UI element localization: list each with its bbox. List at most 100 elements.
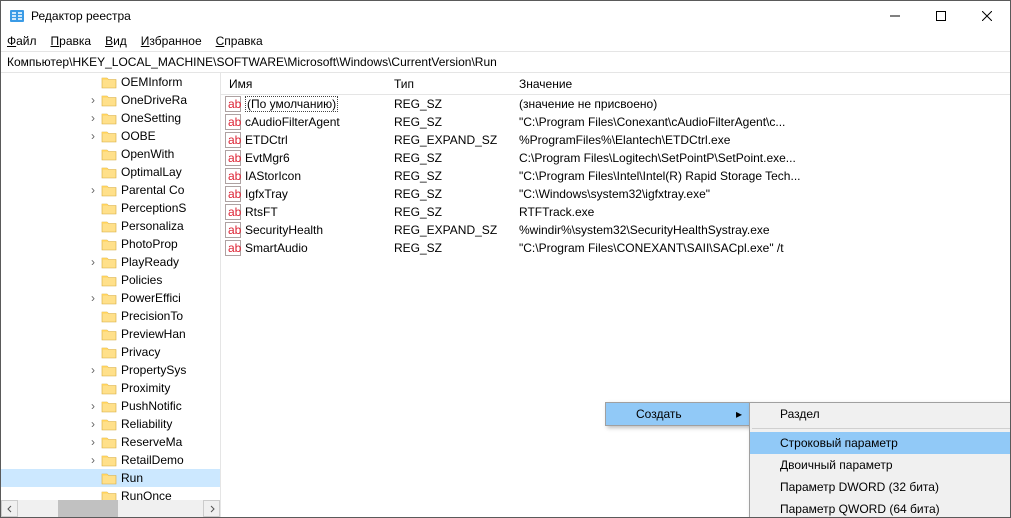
- tree-item[interactable]: ›PlayReady: [1, 253, 220, 271]
- col-header-value[interactable]: Значение: [511, 77, 1010, 91]
- tree-item[interactable]: › Parental Co: [1, 181, 220, 199]
- tree-item[interactable]: Run: [1, 469, 220, 487]
- value-type: REG_SZ: [386, 97, 511, 111]
- value-row[interactable]: SecurityHealthREG_EXPAND_SZ%windir%\syst…: [221, 221, 1010, 239]
- scroll-track[interactable]: [18, 500, 203, 517]
- expand-icon[interactable]: ›: [87, 111, 99, 125]
- tree-item-label: OpenWith: [121, 147, 174, 161]
- value-type: REG_SZ: [386, 169, 511, 183]
- col-header-type[interactable]: Тип: [386, 77, 511, 91]
- col-header-name[interactable]: Имя: [221, 77, 386, 91]
- tree-hscrollbar[interactable]: [1, 500, 220, 517]
- string-value-icon: [225, 222, 241, 238]
- folder-icon: [101, 93, 117, 107]
- tree-item-label: Privacy: [121, 345, 160, 359]
- expand-icon[interactable]: ›: [87, 291, 99, 305]
- tree-item[interactable]: Personaliza: [1, 217, 220, 235]
- string-value-icon: [225, 96, 241, 112]
- menu-edit[interactable]: Правка: [51, 34, 92, 48]
- tree-item[interactable]: OpenWith: [1, 145, 220, 163]
- value-name: (По умолчанию): [245, 96, 338, 112]
- expand-icon[interactable]: ›: [87, 417, 99, 431]
- expand-icon[interactable]: ›: [87, 453, 99, 467]
- string-value-icon: [225, 186, 241, 202]
- tree-item-label: Run: [121, 471, 143, 485]
- expand-icon[interactable]: ›: [87, 255, 99, 269]
- string-value-icon: [225, 132, 241, 148]
- folder-icon: [101, 309, 117, 323]
- tree-item-label: PowerEffici: [121, 291, 181, 305]
- address-bar[interactable]: Компьютер\HKEY_LOCAL_MACHINE\SOFTWARE\Mi…: [1, 51, 1010, 73]
- value-name: SmartAudio: [245, 241, 308, 255]
- expand-icon[interactable]: ›: [87, 183, 99, 197]
- tree-pane[interactable]: OEMInform›OneDriveRa›OneSetting›OOBEOpen…: [1, 73, 221, 517]
- close-button[interactable]: [964, 1, 1010, 31]
- ctx-sub-item[interactable]: Раздел: [750, 403, 1010, 425]
- ctx-sub-item[interactable]: Параметр QWORD (64 бита): [750, 498, 1010, 517]
- tree-item-label: OptimalLay: [121, 165, 182, 179]
- tree-item[interactable]: › OneSetting: [1, 109, 220, 127]
- tree-item[interactable]: ›Reliability: [1, 415, 220, 433]
- scroll-right-button[interactable]: [203, 500, 220, 517]
- value-row[interactable]: EvtMgr6REG_SZC:\Program Files\Logitech\S…: [221, 149, 1010, 167]
- tree-item[interactable]: Privacy: [1, 343, 220, 361]
- menu-help[interactable]: Справка: [216, 34, 263, 48]
- menu-file[interactable]: Файл: [7, 34, 37, 48]
- tree-item[interactable]: › PowerEffici: [1, 289, 220, 307]
- value-row[interactable]: cAudioFilterAgentREG_SZ"C:\Program Files…: [221, 113, 1010, 131]
- tree-item[interactable]: ›PropertySys: [1, 361, 220, 379]
- ctx-sub-label: Раздел: [780, 407, 820, 421]
- ctx-sub-item[interactable]: Строковый параметр: [750, 432, 1010, 454]
- tree-item-label: ReserveMa: [121, 435, 182, 449]
- folder-icon: [101, 129, 117, 143]
- value-data: (значение не присвоено): [511, 97, 1010, 111]
- ctx-sub-item[interactable]: Параметр DWORD (32 бита): [750, 476, 1010, 498]
- menubar: Файл Правка Вид Избранное Справка: [1, 31, 1010, 51]
- minimize-button[interactable]: [872, 1, 918, 31]
- values-pane[interactable]: Имя Тип Значение (По умолчанию)REG_SZ(зн…: [221, 73, 1010, 517]
- value-row[interactable]: SmartAudioREG_SZ"C:\Program Files\CONEXA…: [221, 239, 1010, 257]
- tree-item-label: Personaliza: [121, 219, 184, 233]
- maximize-button[interactable]: [918, 1, 964, 31]
- menu-view[interactable]: Вид: [105, 34, 127, 48]
- ctx-sub-item[interactable]: Двоичный параметр: [750, 454, 1010, 476]
- value-row[interactable]: IAStorIconREG_SZ"C:\Program Files\Intel\…: [221, 167, 1010, 185]
- value-row[interactable]: (По умолчанию) REG_SZ(значение не присвое…: [221, 95, 1010, 113]
- tree-item[interactable]: ›RetailDemo: [1, 451, 220, 469]
- tree-item[interactable]: PreviewHan: [1, 325, 220, 343]
- menu-favorites[interactable]: Избранное: [141, 34, 202, 48]
- folder-icon: [101, 147, 117, 161]
- tree-item[interactable]: › OOBE: [1, 127, 220, 145]
- tree-item[interactable]: Policies: [1, 271, 220, 289]
- value-type: REG_EXPAND_SZ: [386, 133, 511, 147]
- expand-icon[interactable]: ›: [87, 399, 99, 413]
- value-row[interactable]: IgfxTrayREG_SZ"C:\Windows\system32\igfxt…: [221, 185, 1010, 203]
- tree-item-label: PerceptionS: [121, 201, 186, 215]
- submenu-arrow-icon: ▸: [736, 407, 742, 421]
- string-value-icon: [225, 150, 241, 166]
- tree-item[interactable]: OptimalLay: [1, 163, 220, 181]
- tree-item[interactable]: ›PushNotific: [1, 397, 220, 415]
- tree-item[interactable]: PerceptionS: [1, 199, 220, 217]
- value-row[interactable]: ETDCtrlREG_EXPAND_SZ%ProgramFiles%\Elant…: [221, 131, 1010, 149]
- ctx-create[interactable]: Создать ▸: [606, 403, 750, 425]
- value-name: IgfxTray: [245, 187, 288, 201]
- expand-icon[interactable]: ›: [87, 435, 99, 449]
- expand-icon[interactable]: ›: [87, 129, 99, 143]
- folder-icon: [101, 201, 117, 215]
- tree-item[interactable]: ›OneDriveRa: [1, 91, 220, 109]
- tree-item[interactable]: › ReserveMa: [1, 433, 220, 451]
- scroll-left-button[interactable]: [1, 500, 18, 517]
- titlebar[interactable]: Редактор реестра: [1, 1, 1010, 31]
- tree-item-label: Parental Co: [121, 183, 184, 197]
- expand-icon[interactable]: ›: [87, 363, 99, 377]
- expand-icon[interactable]: ›: [87, 93, 99, 107]
- tree-item-label: OOBE: [121, 129, 156, 143]
- value-row[interactable]: RtsFTREG_SZRTFTrack.exe: [221, 203, 1010, 221]
- tree-item[interactable]: PrecisionTo: [1, 307, 220, 325]
- tree-item[interactable]: Proximity: [1, 379, 220, 397]
- scroll-thumb[interactable]: [58, 500, 118, 517]
- tree-item-label: OneSetting: [121, 111, 181, 125]
- tree-item[interactable]: PhotoProp: [1, 235, 220, 253]
- tree-item[interactable]: OEMInform: [1, 73, 220, 91]
